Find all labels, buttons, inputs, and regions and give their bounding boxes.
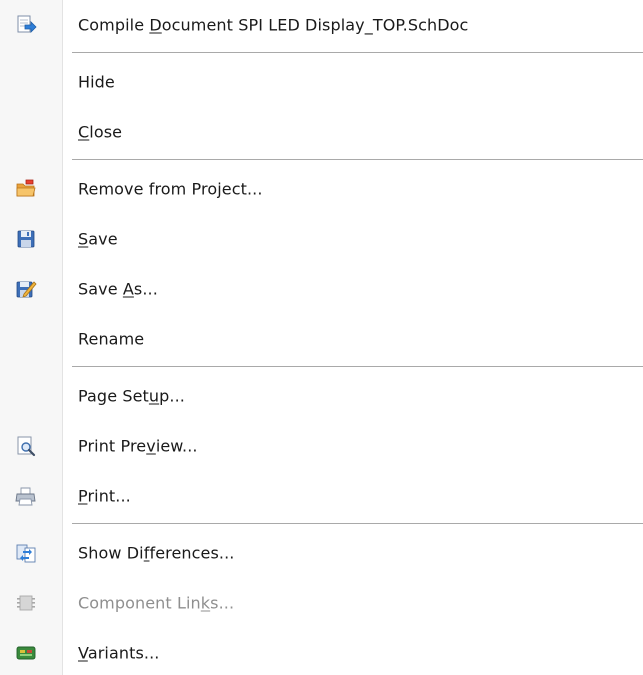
menu-item-label: Page Setup... [78, 386, 185, 406]
menu-item-label: Show Differences... [78, 543, 235, 563]
component-links-icon [17, 595, 35, 611]
menu-item-label: Variants... [78, 643, 160, 663]
compile-icon [17, 15, 37, 33]
menu-item-print-preview[interactable]: Print Preview... [0, 421, 643, 471]
menu-item-save-as[interactable]: Save As... [0, 264, 643, 314]
menu-item-label: Remove from Project... [78, 179, 263, 199]
menu-item-show-differences[interactable]: Show Differences... [0, 528, 643, 578]
menu-item-print[interactable]: Print... [0, 471, 643, 521]
menu-item-label: Save [78, 229, 118, 249]
menu-item-label: Save As... [78, 279, 158, 299]
menu-item-rename[interactable]: Rename [0, 314, 643, 364]
floppy-disk-icon [17, 230, 35, 248]
menu-item-label: Component Links... [78, 593, 235, 613]
menu-item-label: Rename [78, 329, 145, 349]
remove-folder-icon [16, 179, 36, 197]
menu-separator [0, 364, 643, 371]
context-menu: Compile Document SPI LED Display_TOP.Sch… [0, 0, 643, 675]
menu-item-component-links: Component Links... [0, 578, 643, 628]
menu-item-label: Close [78, 122, 123, 142]
menu-item-close[interactable]: Close [0, 107, 643, 157]
menu-item-remove-from-project[interactable]: Remove from Project... [0, 164, 643, 214]
menu-item-page-setup[interactable]: Page Setup... [0, 371, 643, 421]
variants-icon [16, 646, 36, 660]
save-as-icon [16, 281, 37, 298]
menu-item-save[interactable]: Save [0, 214, 643, 264]
menu-separator [0, 521, 643, 528]
print-preview-icon [17, 436, 36, 457]
menu-items: Compile Document SPI LED Display_TOP.Sch… [0, 0, 643, 675]
menu-separator [0, 157, 643, 164]
menu-item-hide[interactable]: Hide [0, 57, 643, 107]
menu-item-label: Compile Document SPI LED Display_TOP.Sch… [78, 15, 469, 35]
menu-item-variants[interactable]: Variants... [0, 628, 643, 675]
menu-item-label: Hide [78, 72, 115, 92]
menu-separator [0, 50, 643, 57]
differences-icon [16, 544, 36, 563]
printer-icon [15, 487, 36, 506]
menu-item-label: Print Preview... [78, 436, 198, 456]
menu-item-compile-document[interactable]: Compile Document SPI LED Display_TOP.Sch… [0, 0, 643, 50]
menu-item-label: Print... [78, 486, 131, 506]
